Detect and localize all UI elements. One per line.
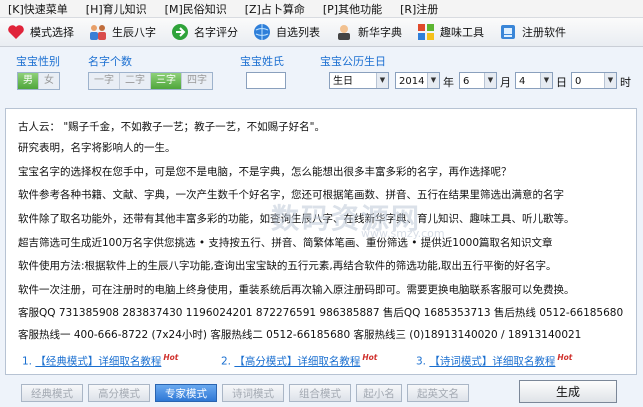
menu-parenting[interactable]: [H]育儿知识 (86, 1, 147, 17)
surname-label: 宝宝姓氏 (240, 55, 284, 68)
gender-female-option[interactable]: 女 (39, 73, 59, 89)
hot-badge: Hot (163, 353, 179, 362)
toolbar: 模式选择 生辰八字 名字评分 自选列表 新华字典 趣味工具 注册软件 (0, 18, 643, 47)
gender-toggle[interactable]: 男 女 (17, 72, 60, 90)
watermark-url: www.smzy.com (361, 227, 445, 240)
person-icon (334, 22, 354, 42)
year-unit: 年 (443, 76, 454, 89)
green-arrow-icon (170, 22, 190, 42)
year-value: 2014 (399, 76, 425, 87)
toolbar-mode-select-button[interactable]: 模式选择 (2, 20, 80, 44)
gender-label: 宝宝性别 (16, 55, 60, 68)
hour-unit: 时 (620, 76, 631, 89)
day-unit: 日 (556, 76, 567, 89)
hour-value: 0 (575, 76, 582, 87)
generate-button[interactable]: 生成 (519, 380, 617, 403)
year-select[interactable]: 2014 ▼ (395, 72, 440, 89)
toolbar-register-button[interactable]: 注册软件 (494, 20, 572, 44)
month-unit: 月 (500, 76, 511, 89)
tutorial-link-poetry[interactable]: 3. 【诗词模式】详细取名教程 Hot (416, 353, 572, 369)
menu-bar: [K]快速菜单 [H]育儿知识 [M]民俗知识 [Z]占卜算命 [P]其他功能 … (0, 0, 643, 18)
name-count-label: 名字个数 (88, 55, 132, 68)
toolbar-label: 名字评分 (194, 26, 238, 39)
globe-icon (252, 22, 272, 42)
windows-icon (416, 22, 436, 42)
toolbar-label: 模式选择 (30, 26, 74, 39)
chevron-down-icon: ▼ (427, 73, 439, 88)
toolbar-name-score-button[interactable]: 名字评分 (166, 20, 244, 44)
mode-classic-button[interactable]: 经典模式 (21, 384, 83, 402)
birthday-type-select[interactable]: 生日 ▼ (329, 72, 389, 89)
hour-select[interactable]: 0 ▼ (571, 72, 617, 89)
toolbar-label: 新华字典 (358, 26, 402, 39)
name-count-selector[interactable]: 一字 二字 三字 四字 (88, 72, 213, 90)
intro-line: 超吉筛选可生成近100万名字供您挑选 • 支持按五行、拼音、简繁体笔画、重份筛选… (18, 237, 553, 249)
name-count-three[interactable]: 三字 (151, 73, 182, 89)
toolbar-label: 注册软件 (522, 26, 566, 39)
link-number: 1. (22, 355, 33, 368)
family-icon (88, 22, 108, 42)
menu-fortune[interactable]: [Z]占卜算命 (245, 1, 305, 17)
support-hotline-line: 客服热线一 400-666-8722 (7x24小时) 客服热线二 0512-6… (18, 329, 582, 341)
toolbar-dictionary-button[interactable]: 新华字典 (330, 20, 408, 44)
menu-quick[interactable]: [K]快速菜单 (8, 1, 68, 17)
support-qq-line: 客服QQ 731385908 283837430 1196024201 8722… (18, 307, 624, 319)
mode-nickname-button[interactable]: 起小名 (356, 384, 402, 402)
chevron-down-icon: ▼ (540, 73, 552, 88)
menu-register[interactable]: [R]注册 (400, 1, 438, 17)
name-count-two[interactable]: 二字 (120, 73, 151, 89)
day-select[interactable]: 4 ▼ (515, 72, 553, 89)
tutorial-link-classic[interactable]: 1. 【经典模式】详细取名教程 Hot (22, 353, 178, 369)
heart-icon (6, 22, 26, 42)
tutorial-link-highscore[interactable]: 2. 【高分模式】详细取名教程 Hot (221, 353, 377, 369)
intro-line: 软件一次注册，可在注册时的电脑上终身使用，重装系统后再次输入原注册码即可。需要更… (18, 284, 575, 296)
toolbar-label: 趣味工具 (440, 26, 484, 39)
mode-english-name-button[interactable]: 起英文名 (407, 384, 469, 402)
link-text: 【诗词模式】详细取名教程 (429, 355, 556, 368)
chevron-down-icon: ▼ (604, 73, 616, 88)
day-value: 4 (519, 76, 526, 87)
intro-line: 研究表明，名字将影响人的一生。 (18, 142, 176, 154)
name-count-one[interactable]: 一字 (89, 73, 120, 89)
hot-badge: Hot (557, 353, 573, 362)
chevron-down-icon: ▼ (484, 73, 496, 88)
register-icon (498, 22, 518, 42)
toolbar-label: 生辰八字 (112, 26, 156, 39)
gender-male-option[interactable]: 男 (18, 73, 39, 89)
link-text: 【高分模式】详细取名教程 (234, 355, 361, 368)
intro-line: 软件使用方法:根据软件上的生辰八字功能,查询出宝宝缺的五行元素,再结合软件的筛选… (18, 260, 557, 272)
link-text: 【经典模式】详细取名教程 (35, 355, 162, 368)
link-number: 3. (416, 355, 427, 368)
surname-input[interactable] (246, 72, 286, 89)
link-number: 2. (221, 355, 232, 368)
birthday-type-value: 生日 (333, 76, 353, 87)
toolbar-custom-list-button[interactable]: 自选列表 (248, 20, 326, 44)
mode-combo-button[interactable]: 组合模式 (289, 384, 351, 402)
mode-expert-button[interactable]: 专家模式 (155, 384, 217, 402)
month-value: 6 (463, 76, 470, 87)
toolbar-birth-chart-button[interactable]: 生辰八字 (84, 20, 162, 44)
month-select[interactable]: 6 ▼ (459, 72, 497, 89)
name-count-four[interactable]: 四字 (182, 73, 212, 89)
intro-panel: 古人云： "赐子千金，不如教子一艺；教子一艺，不如赐子好名"。 研究表明，名字将… (5, 108, 637, 375)
toolbar-fun-tools-button[interactable]: 趣味工具 (412, 20, 490, 44)
mode-highscore-button[interactable]: 高分模式 (88, 384, 150, 402)
hot-badge: Hot (362, 353, 378, 362)
toolbar-label: 自选列表 (276, 26, 320, 39)
menu-folk[interactable]: [M]民俗知识 (165, 1, 227, 17)
chevron-down-icon: ▼ (376, 73, 388, 88)
intro-line: 宝宝名字的选择权在您手中，可是您不是电脑，不是字典，怎么能想出很多丰富多彩的名字… (18, 166, 512, 178)
intro-line: 古人云： "赐子千金，不如教子一艺；教子一艺，不如赐子好名"。 (18, 121, 325, 133)
mode-bar: 经典模式 高分模式 专家模式 诗词模式 组合模式 起小名 起英文名 生成 (0, 376, 643, 407)
birthday-label: 宝宝公历生日 (320, 55, 386, 68)
menu-other[interactable]: [P]其他功能 (323, 1, 382, 17)
mode-poetry-button[interactable]: 诗词模式 (222, 384, 284, 402)
